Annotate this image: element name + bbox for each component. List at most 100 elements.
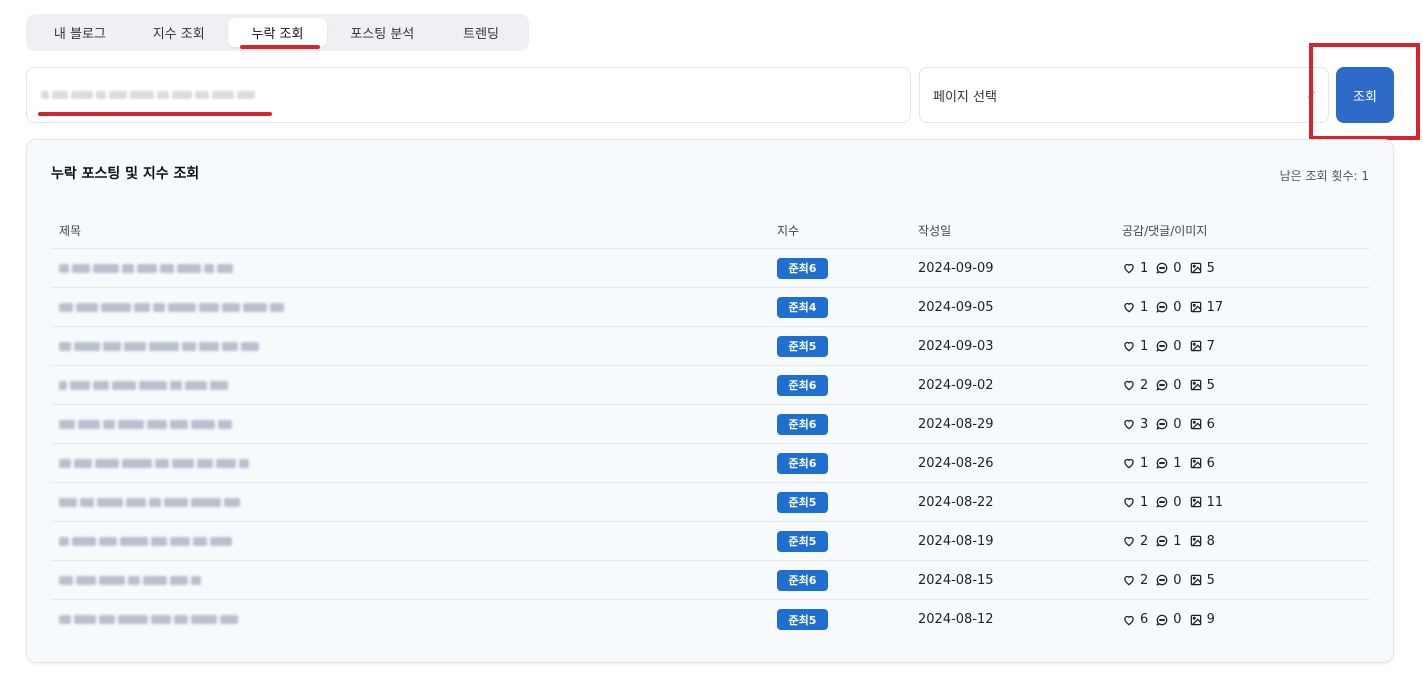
tab-posting-analysis[interactable]: 포스팅 분석 <box>327 18 437 47</box>
index-badge: 준최4 <box>777 296 828 318</box>
likes-count: 1 <box>1140 455 1149 471</box>
date-cell: 2024-08-12 <box>918 612 994 627</box>
index-cell: 준최6 <box>777 569 918 591</box>
heart-outline-icon <box>1122 300 1140 314</box>
index-badge: 준최5 <box>777 335 828 357</box>
results-card: 누락 포스팅 및 지수 조회 남은 조회 횟수: 1 제목 지수 작성일 공감/… <box>26 139 1394 663</box>
post-title-cell[interactable] <box>51 572 777 588</box>
post-title-cell[interactable] <box>51 494 777 510</box>
index-badge: 준최5 <box>777 530 828 552</box>
table-row[interactable]: 준최5 2024-09-03 1 0 7 <box>51 327 1370 366</box>
column-header-index: 지수 <box>777 223 800 238</box>
comments-stat: 0 <box>1155 299 1182 315</box>
likes-stat: 1 <box>1122 495 1148 510</box>
speech-bubble-icon <box>1155 378 1173 392</box>
table-row[interactable]: 준최6 2024-09-09 1 0 5 <box>51 249 1370 288</box>
index-badge: 준최6 <box>777 452 828 474</box>
column-header-title: 제목 <box>59 223 82 238</box>
index-cell: 준최5 <box>777 335 918 357</box>
blurred-post-title <box>59 612 777 628</box>
image-icon <box>1189 339 1207 353</box>
likes-stat: 3 <box>1122 417 1148 432</box>
tab-my-blog[interactable]: 내 블로그 <box>30 18 130 47</box>
images-count: 11 <box>1206 494 1224 510</box>
comments-stat: 0 <box>1155 339 1182 354</box>
stats-cell: 1 0 11 <box>1122 495 1370 510</box>
post-title-cell[interactable] <box>51 299 777 315</box>
likes-stat: 1 <box>1122 456 1148 471</box>
column-header-date: 작성일 <box>918 223 952 238</box>
blurred-post-title <box>59 260 777 276</box>
table-row[interactable]: 준최4 2024-09-05 1 0 17 <box>51 288 1370 327</box>
blurred-post-title <box>59 494 777 510</box>
index-badge: 준최6 <box>777 374 828 396</box>
image-icon <box>1189 378 1207 392</box>
index-cell: 준최4 <box>777 296 918 318</box>
stats-cell: 2 1 8 <box>1122 534 1370 549</box>
likes-stat: 1 <box>1122 339 1148 354</box>
likes-count: 1 <box>1140 299 1149 315</box>
image-icon <box>1189 495 1207 509</box>
comments-count: 0 <box>1173 416 1182 432</box>
speech-bubble-icon <box>1155 456 1173 470</box>
table-row[interactable]: 준최5 2024-08-22 1 0 11 <box>51 483 1370 522</box>
likes-count: 1 <box>1140 494 1149 510</box>
url-highlight-mark <box>38 112 272 116</box>
post-title-cell[interactable] <box>51 533 777 549</box>
comments-stat: 0 <box>1155 495 1182 510</box>
comments-stat: 0 <box>1155 378 1182 393</box>
index-cell: 준최6 <box>777 452 918 474</box>
table-row[interactable]: 준최6 2024-09-02 2 0 5 <box>51 366 1370 405</box>
stats-cell: 1 0 17 <box>1122 300 1370 315</box>
column-header-stats: 공감/댓글/이미지 <box>1122 223 1208 238</box>
post-title-cell[interactable] <box>51 377 777 393</box>
likes-count: 1 <box>1140 260 1149 276</box>
likes-stat: 1 <box>1122 300 1148 315</box>
tab-index-lookup[interactable]: 지수 조회 <box>130 18 228 47</box>
likes-stat: 6 <box>1122 612 1148 627</box>
index-cell: 준최6 <box>777 257 918 279</box>
post-title-cell[interactable] <box>51 416 777 432</box>
date-cell: 2024-09-03 <box>918 338 994 354</box>
tab-trending[interactable]: 트렌딩 <box>437 18 525 47</box>
post-title-cell[interactable] <box>51 338 777 354</box>
heart-outline-icon <box>1122 417 1140 431</box>
table-row[interactable]: 준최5 2024-08-12 6 0 9 <box>51 600 1370 639</box>
post-title-cell[interactable] <box>51 455 777 471</box>
table-row[interactable]: 준최6 2024-08-29 3 0 6 <box>51 405 1370 444</box>
comments-stat: 0 <box>1155 573 1182 588</box>
images-count: 5 <box>1206 572 1215 588</box>
images-count: 7 <box>1206 338 1215 354</box>
date-cell: 2024-08-19 <box>918 533 994 549</box>
speech-bubble-icon <box>1155 573 1173 587</box>
images-stat: 17 <box>1189 300 1223 315</box>
index-badge: 준최6 <box>777 257 828 279</box>
likes-count: 3 <box>1140 416 1149 432</box>
heart-outline-icon <box>1122 495 1140 509</box>
heart-outline-icon <box>1122 339 1140 353</box>
post-title-cell[interactable] <box>51 260 777 276</box>
image-icon <box>1189 417 1207 431</box>
speech-bubble-icon <box>1155 261 1173 275</box>
table-row[interactable]: 준최6 2024-08-26 1 1 6 <box>51 444 1370 483</box>
likes-count: 2 <box>1140 572 1149 588</box>
heart-outline-icon <box>1122 534 1140 548</box>
stats-cell: 6 0 9 <box>1122 612 1370 627</box>
images-count: 6 <box>1206 416 1215 432</box>
date-cell: 2024-09-05 <box>918 299 994 315</box>
page-select-dropdown[interactable]: 페이지 선택 ⇵ <box>919 67 1329 123</box>
image-icon <box>1189 613 1207 627</box>
results-table: 제목 지수 작성일 공감/댓글/이미지 준최6 2024-09-09 1 0 5… <box>51 212 1370 639</box>
image-icon <box>1189 573 1207 587</box>
date-cell: 2024-08-26 <box>918 455 994 471</box>
stats-cell: 2 0 5 <box>1122 378 1370 393</box>
table-row[interactable]: 준최6 2024-08-15 2 0 5 <box>51 561 1370 600</box>
comments-count: 0 <box>1173 299 1182 315</box>
table-row[interactable]: 준최5 2024-08-19 2 1 8 <box>51 522 1370 561</box>
stats-cell: 3 0 6 <box>1122 417 1370 432</box>
stats-cell: 1 0 5 <box>1122 261 1370 276</box>
index-badge: 준최5 <box>777 491 828 513</box>
index-cell: 준최5 <box>777 609 918 630</box>
tab-missing-lookup[interactable]: 누락 조회 <box>227 18 328 47</box>
post-title-cell[interactable] <box>51 612 777 628</box>
